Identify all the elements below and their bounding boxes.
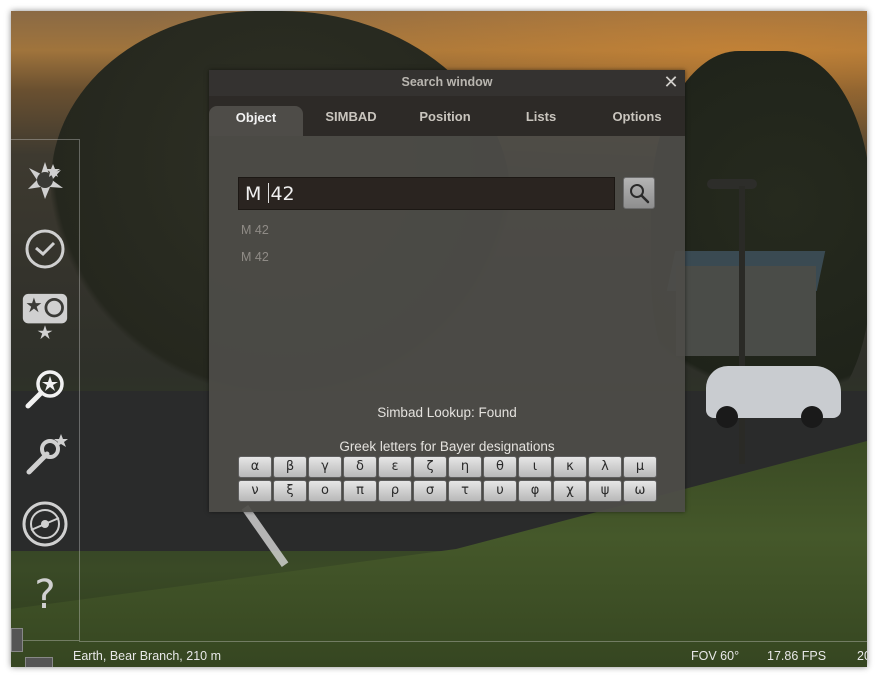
greek-key-xi[interactable]: ξ (273, 480, 307, 502)
date-time-icon[interactable] (21, 225, 69, 273)
greek-key-sigma[interactable]: σ (413, 480, 447, 502)
greek-key-gamma[interactable]: γ (308, 456, 342, 478)
greek-key-tau[interactable]: τ (448, 480, 482, 502)
greek-key-alpha[interactable]: α (238, 456, 272, 478)
help-icon[interactable]: ? (21, 568, 69, 616)
search-text-after-caret: 42 (270, 183, 295, 205)
greek-key-upsilon[interactable]: υ (483, 480, 517, 502)
svg-text:?: ? (34, 572, 55, 614)
greek-key-rho[interactable]: ρ (378, 480, 412, 502)
search-button[interactable] (623, 177, 655, 209)
lamp-post (739, 186, 745, 464)
configuration-icon[interactable] (21, 432, 69, 480)
simbad-lookup-status: Simbad Lookup: Found (377, 405, 517, 420)
search-icon[interactable] (21, 365, 69, 413)
greek-key-eta[interactable]: η (448, 456, 482, 478)
car-wheel (716, 406, 738, 428)
search-text-before-caret: M (245, 183, 268, 205)
status-bar: Earth, Bear Branch, 210 m FOV 60° 17.86 … (73, 641, 867, 667)
result-item[interactable]: M 42 (241, 250, 269, 264)
search-input[interactable]: M 42 (238, 177, 615, 210)
greek-key-nu[interactable]: ν (238, 480, 272, 502)
location-text: Earth, Bear Branch, 210 m (73, 649, 221, 663)
greek-key-epsilon[interactable]: ε (378, 456, 412, 478)
left-toolbar: ? (11, 139, 80, 641)
result-item[interactable]: M 42 (241, 223, 269, 237)
search-dialog: Search window ✕ Object SIMBAD Position L… (209, 70, 685, 512)
greek-key-omicron[interactable]: ο (308, 480, 342, 502)
dialog-titlebar[interactable]: Search window ✕ (209, 70, 685, 96)
magnifier-icon (630, 184, 650, 204)
greek-key-theta[interactable]: θ (483, 456, 517, 478)
tab-simbad[interactable]: SIMBAD (305, 106, 397, 136)
fps-text: 17.86 FPS (767, 649, 827, 663)
close-icon[interactable]: ✕ (661, 72, 681, 94)
greek-key-lambda[interactable]: λ (588, 456, 622, 478)
greek-key-mu[interactable]: μ (623, 456, 657, 478)
tab-lists[interactable]: Lists (495, 106, 587, 136)
lamp-head (707, 179, 757, 189)
toolbar-handle[interactable] (25, 657, 53, 667)
greek-letters-label: Greek letters for Bayer designations (339, 439, 555, 454)
stellarium-window: ? Earth, Bear Branch, 210 m FOV 60° 17.8… (11, 11, 867, 667)
tab-bar: Object SIMBAD Position Lists Options (209, 96, 685, 136)
car-wheel (801, 406, 823, 428)
fov-text: FOV 60° (691, 649, 740, 663)
dialog-title: Search window (401, 75, 493, 89)
greek-key-omega[interactable]: ω (623, 480, 657, 502)
greek-key-delta[interactable]: δ (343, 456, 377, 478)
datetime-text-truncated: 20 (857, 649, 867, 663)
greek-key-iota[interactable]: ι (518, 456, 552, 478)
tab-options[interactable]: Options (589, 106, 685, 136)
toolbar-handle[interactable] (11, 628, 23, 652)
greek-key-kappa[interactable]: κ (553, 456, 587, 478)
tab-position[interactable]: Position (399, 106, 491, 136)
sky-and-viewing-options-icon[interactable] (21, 156, 69, 204)
greek-key-beta[interactable]: β (273, 456, 307, 478)
greek-key-psi[interactable]: ψ (588, 480, 622, 502)
greek-key-chi[interactable]: χ (553, 480, 587, 502)
deep-sky-objects-icon[interactable] (21, 292, 69, 340)
greek-letter-keypad: α β γ δ ε ζ η θ ι κ λ μ ν ξ ο π ρ σ τ υ … (238, 456, 657, 504)
greek-key-pi[interactable]: π (343, 480, 377, 502)
house (676, 266, 816, 356)
tab-object[interactable]: Object (209, 106, 303, 136)
astronomical-calculations-icon[interactable] (21, 500, 69, 548)
greek-key-zeta[interactable]: ζ (413, 456, 447, 478)
greek-key-phi[interactable]: φ (518, 480, 552, 502)
